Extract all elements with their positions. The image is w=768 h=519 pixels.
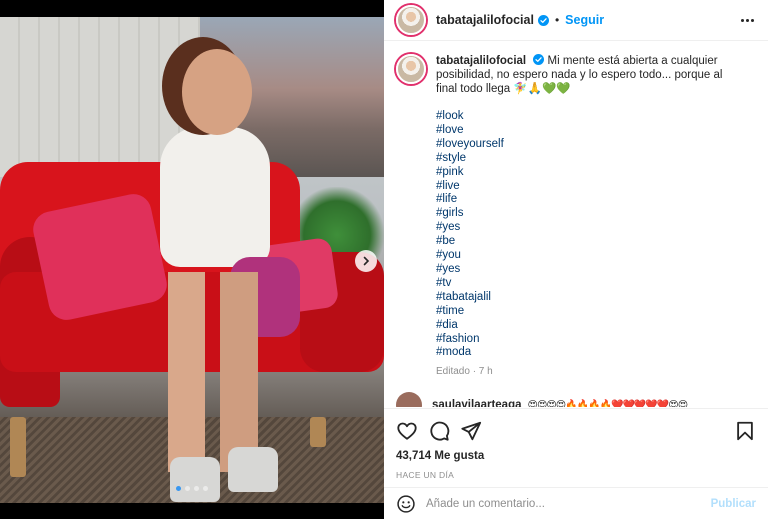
avatar[interactable] (396, 54, 426, 84)
post-actions: 43,714 Me gusta HACE UN DÍA (384, 408, 768, 480)
carousel-dot (176, 486, 181, 491)
person-head (182, 49, 252, 135)
verified-badge-icon (533, 54, 545, 65)
hashtag-link[interactable]: #girls (436, 207, 746, 221)
comment-input[interactable] (426, 497, 711, 510)
avatar[interactable] (396, 392, 422, 407)
post-media (0, 0, 384, 519)
edited-timestamp: Editado · 7 h (436, 366, 493, 378)
more-options-icon[interactable] (738, 18, 756, 22)
next-photo-button[interactable] (355, 250, 377, 272)
sofa-leg (10, 417, 26, 477)
comment-item: saulavilaarteaga 😍😍😍😍🔥🔥🔥🔥❤️❤️❤️❤️❤️😍😍 (396, 392, 754, 407)
hashtag-link[interactable]: #love (436, 124, 746, 138)
chevron-right-icon (363, 256, 370, 266)
carousel-indicator (0, 486, 384, 491)
header-username[interactable]: tabatajalilofocial (436, 13, 534, 27)
comment-username[interactable]: saulavilaarteaga (432, 399, 522, 407)
hashtag-link[interactable]: #style (436, 152, 746, 166)
person-legs (160, 272, 270, 472)
hashtag-link[interactable]: #yes (436, 221, 746, 235)
comment-icon[interactable] (428, 420, 450, 442)
hashtag-link[interactable]: #you (436, 249, 746, 263)
shoe (170, 457, 220, 502)
hashtag-link[interactable]: #time (436, 305, 746, 319)
hashtag-link[interactable]: #life (436, 193, 746, 207)
post-date: HACE UN DÍA (396, 470, 455, 480)
sofa-leg (310, 417, 326, 447)
caption: tabatajalilofocial Mi mente está abierta… (396, 54, 754, 379)
carousel-dot (185, 486, 190, 491)
post-header: tabatajalilofocial • Seguir (384, 0, 768, 41)
follow-button[interactable]: Seguir (565, 13, 604, 27)
hashtag-link[interactable]: #tabatajalil (436, 291, 746, 305)
post-sidebar: tabatajalilofocial • Seguir tabatajalilo… (384, 0, 768, 519)
heart-icon[interactable] (396, 420, 418, 442)
hashtag-list: #look #love #loveyourself #style #pink #live #… (436, 110, 746, 360)
carousel-dot (194, 486, 199, 491)
caption-body: tabatajalilofocial Mi mente está abierta… (436, 54, 746, 379)
caption-username[interactable]: tabatajalilofocial (436, 55, 526, 67)
separator-dot: • (554, 13, 560, 27)
comment-box: Publicar (384, 487, 768, 519)
hashtag-link[interactable]: #be (436, 235, 746, 249)
carousel-dot (203, 486, 208, 491)
hashtag-link[interactable]: #live (436, 180, 746, 194)
comments-section: tabatajalilofocial Mi mente está abierta… (384, 42, 768, 407)
comment-text: 😍😍😍😍🔥🔥🔥🔥❤️❤️❤️❤️❤️😍😍 (527, 399, 689, 407)
hashtag-link[interactable]: #loveyourself (436, 138, 746, 152)
person-torso (160, 127, 270, 267)
verified-badge-icon (537, 14, 549, 26)
emoji-icon[interactable] (396, 494, 416, 514)
publish-button[interactable]: Publicar (711, 498, 756, 510)
hashtag-link[interactable]: #tv (436, 277, 746, 291)
hashtag-link[interactable]: #pink (436, 166, 746, 180)
avatar[interactable] (396, 5, 426, 35)
post-photo[interactable] (0, 17, 384, 503)
hashtag-link[interactable]: #dia (436, 319, 746, 333)
bookmark-icon[interactable] (734, 420, 756, 442)
hashtag-link[interactable]: #look (436, 110, 746, 124)
action-icons (396, 419, 756, 443)
share-icon[interactable] (460, 420, 482, 442)
hashtag-link[interactable]: #moda (436, 346, 746, 360)
hashtag-link[interactable]: #fashion (436, 333, 746, 347)
likes-count[interactable]: 43,714 Me gusta (396, 450, 756, 462)
hashtag-link[interactable]: #yes (436, 263, 746, 277)
